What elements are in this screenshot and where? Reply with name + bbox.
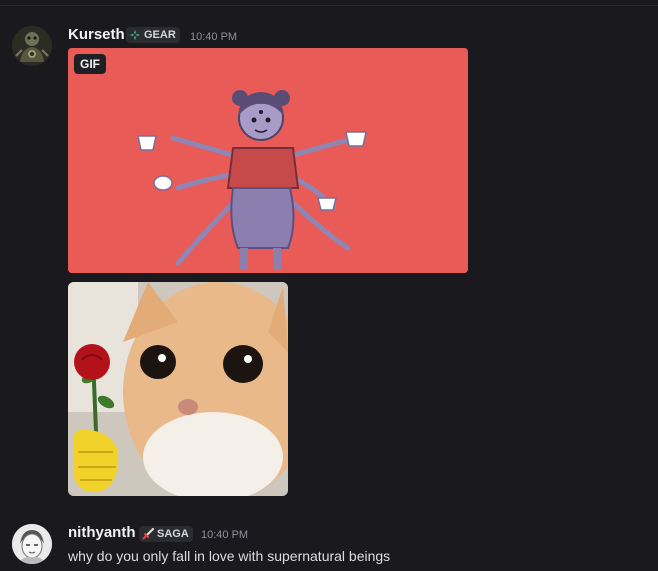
message-text: why do you only fall in love with supern… [68,548,391,564]
guild-tag[interactable]: GEAR [126,27,180,43]
timestamp: 10:40 PM [190,31,238,43]
gif-embed[interactable]: GIF [68,48,468,273]
sword-icon [142,528,154,540]
timestamp: 10:40 PM [201,529,249,541]
cat-with-rose-image [68,282,288,496]
gear-cross-icon [129,29,141,41]
avatar[interactable] [12,524,52,564]
message-nithyanth: nithyanth SAGA 10:40 PM why do you only … [0,510,658,571]
cat-image[interactable] [68,282,288,496]
avatar[interactable] [12,26,52,66]
username[interactable]: Kurseth [68,26,125,43]
username[interactable]: nithyanth [68,524,136,541]
gif-badge: GIF [74,54,106,74]
message-kurseth: Kurseth GEAR 10:40 PM GIF [0,0,658,500]
tag-label: SAGA [157,528,189,540]
spider-girl-gif-illustration [68,48,468,273]
guild-tag[interactable]: SAGA [139,526,193,542]
tag-label: GEAR [144,29,176,41]
